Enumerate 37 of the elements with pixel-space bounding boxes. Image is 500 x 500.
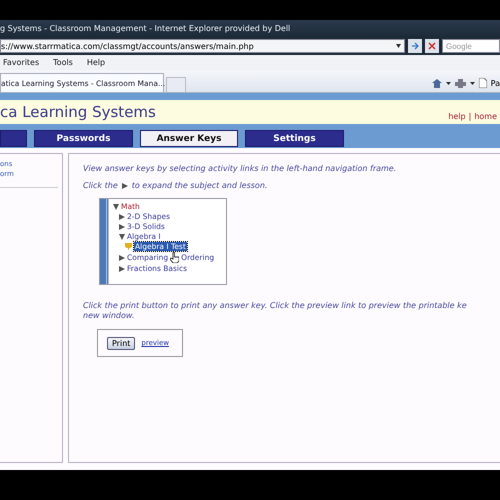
window-title: g Systems - Classroom Management - Internet Explorer provided by Dell	[0, 24, 290, 33]
expanded-triangle-icon[interactable]	[119, 234, 125, 240]
menu-item[interactable]: Help	[86, 58, 106, 67]
expanded-triangle-icon[interactable]	[113, 204, 119, 210]
search-field[interactable]: Google	[442, 39, 500, 53]
print-button[interactable]: Print	[107, 336, 136, 350]
collapsed-triangle-icon[interactable]	[119, 214, 125, 220]
arrow-icon	[410, 42, 420, 50]
collapsed-triangle-icon[interactable]	[119, 224, 125, 230]
print-hint-text: Click the print button to print any answer key. Click the preview link to preview the printable ke new window.	[83, 301, 468, 321]
nav-tab[interactable]: Settings	[245, 130, 344, 147]
hint-text: Click the	[83, 181, 118, 190]
refresh-button[interactable]	[408, 39, 422, 53]
page-menu[interactable]: Pa	[490, 78, 500, 88]
site-title: ca Learning Systems	[0, 103, 156, 121]
nav-tab[interactable]: Passwords	[34, 130, 133, 147]
home-icon[interactable]	[432, 78, 442, 88]
separator: |	[468, 112, 472, 121]
menu-item[interactable]: Tools	[53, 58, 73, 67]
page-icon[interactable]	[478, 78, 487, 88]
intro-text: View answer keys by selecting activity links in the left-hand navigation frame.	[83, 164, 396, 173]
dropdown-icon[interactable]	[470, 82, 475, 84]
collapsed-triangle-icon[interactable]	[119, 266, 125, 272]
nav-tab[interactable]: Answer Keys	[140, 130, 238, 147]
home-link[interactable]: home	[474, 112, 497, 121]
close-button[interactable]	[425, 39, 439, 53]
menu-item[interactable]: Favorites	[3, 58, 40, 67]
address-field[interactable]: s://www.starrmatica.com/classmgt/accounts/answers/main.php	[0, 39, 405, 53]
hand-cursor-icon	[170, 252, 180, 263]
hint-text: to expand the subject and lesson.	[132, 181, 268, 190]
dropdown-icon[interactable]	[446, 82, 451, 84]
close-icon	[428, 42, 436, 50]
collapsed-triangle-icon[interactable]	[119, 254, 125, 260]
triangle-icon	[122, 182, 128, 188]
dropdown-icon[interactable]	[396, 44, 401, 48]
trophy-icon	[125, 242, 132, 250]
help-link[interactable]: help	[448, 112, 466, 121]
